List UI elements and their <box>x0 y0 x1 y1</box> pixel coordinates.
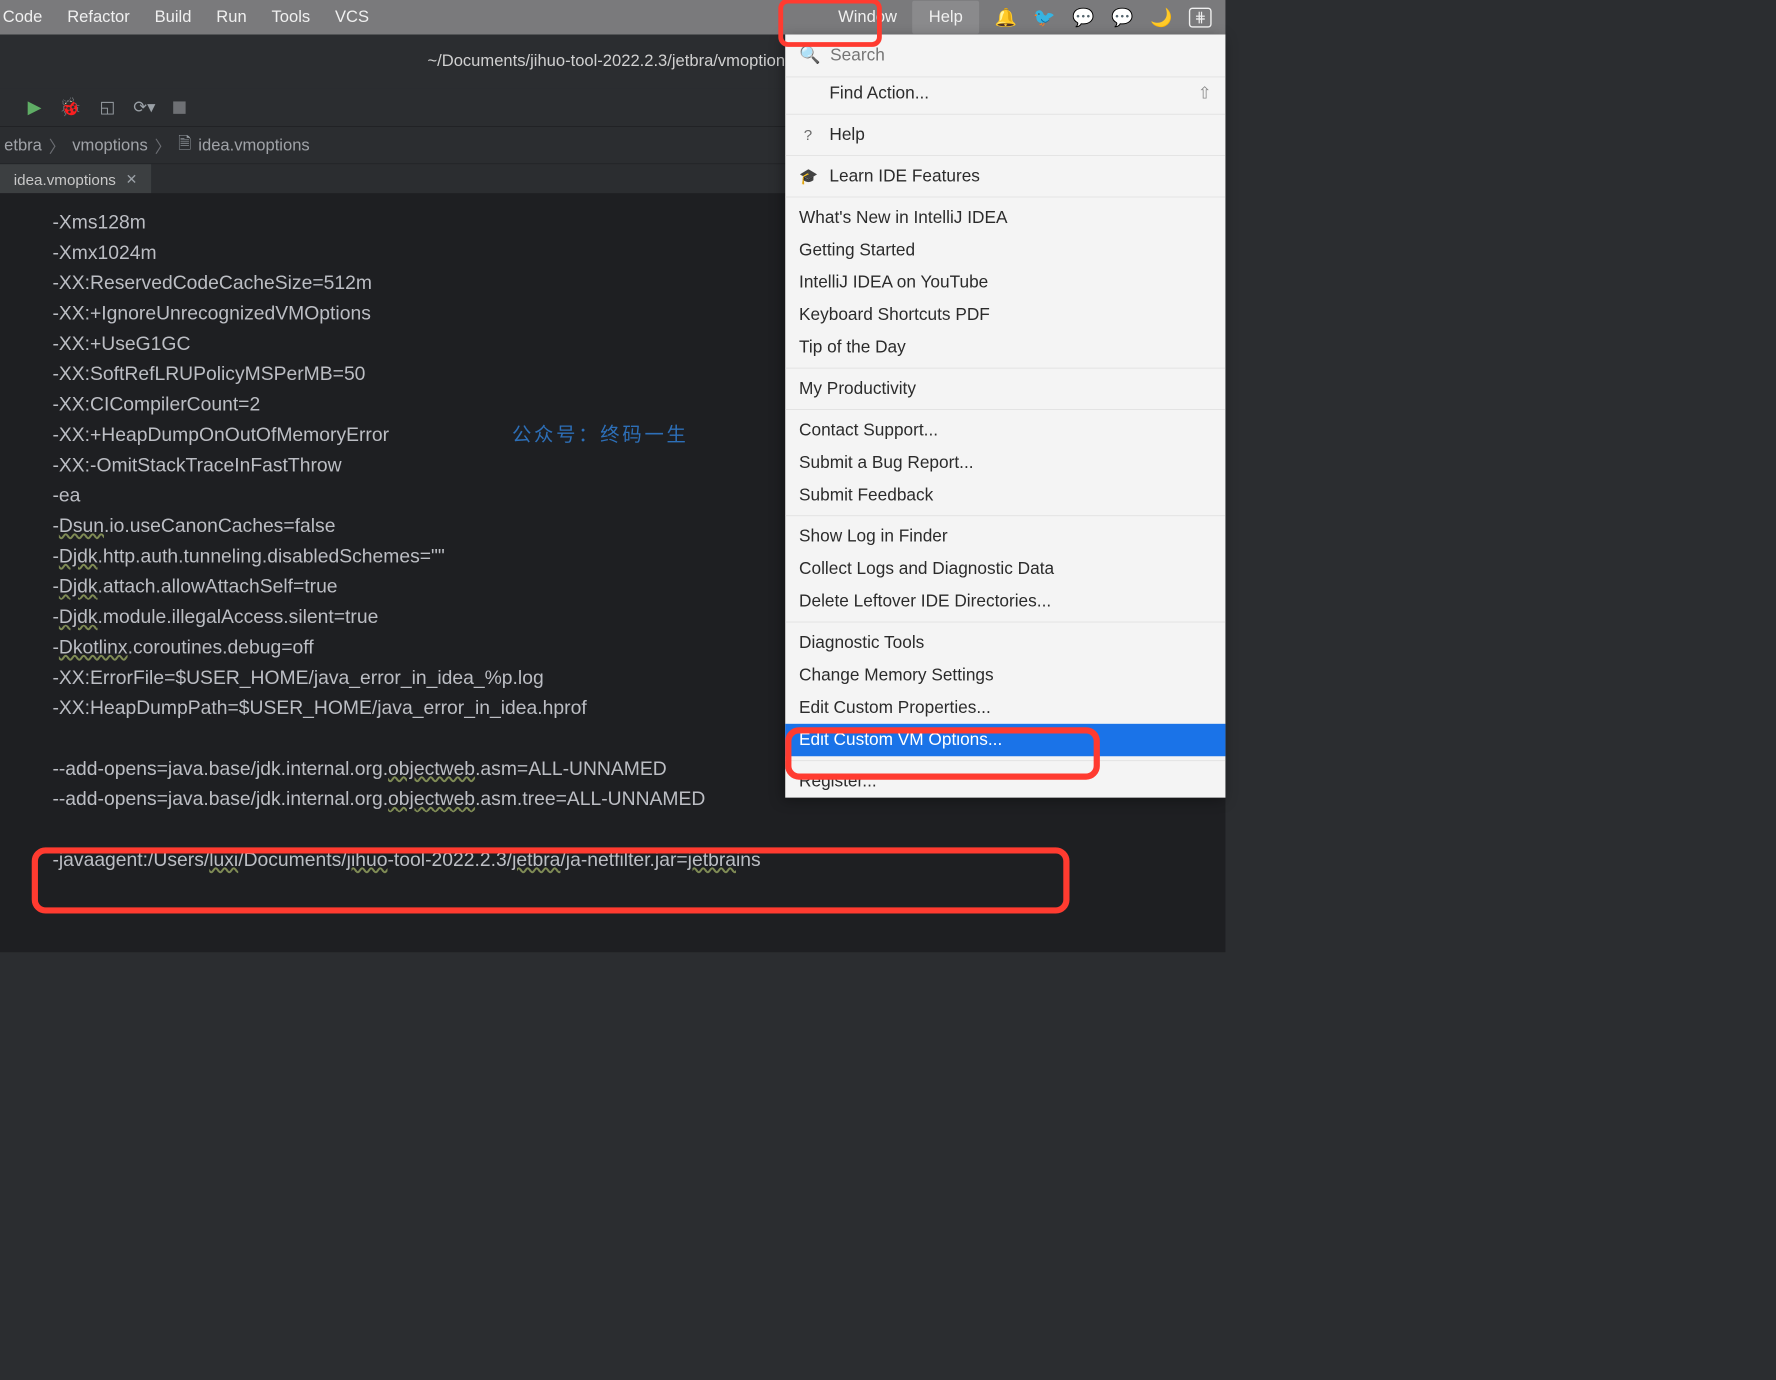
grid-icon[interactable]: ⋕ <box>1189 7 1212 27</box>
menu-divider <box>785 155 1225 156</box>
menu-item-label: Diagnostic Tools <box>799 633 924 653</box>
menu-item-label: Show Log in Finder <box>799 526 948 546</box>
help-search[interactable]: 🔍 <box>785 35 1225 78</box>
menu-divider <box>785 622 1225 623</box>
menu-item-label: Change Memory Settings <box>799 665 994 685</box>
system-tray: 🔔 🐦 💬 💬 🌙 ⋕ <box>995 7 1212 28</box>
help-menu-item[interactable]: ? Help <box>785 119 1225 151</box>
menu-item-icon: 🎓 <box>799 167 817 185</box>
help-menu-item[interactable]: Change Memory Settings <box>785 659 1225 691</box>
run-icon[interactable]: ▶ <box>28 97 42 118</box>
help-menu-item[interactable]: Collect Logs and Diagnostic Data <box>785 553 1225 585</box>
watermark: 公众号：终码一生 <box>512 420 689 450</box>
menu-item-label: Getting Started <box>799 240 915 260</box>
menu-item-label: Submit a Bug Report... <box>799 453 974 473</box>
moon-icon[interactable]: 🌙 <box>1150 7 1172 28</box>
menu-item-label: Tip of the Day <box>799 337 906 357</box>
menu-code[interactable]: Code <box>3 8 43 27</box>
help-menu-item[interactable]: Edit Custom Properties... <box>785 691 1225 723</box>
menu-item-label: Help <box>829 125 864 145</box>
menu-divider <box>785 409 1225 410</box>
help-menu-item[interactable]: Find Action... ⇧ <box>785 77 1225 109</box>
editor-line: -javaagent:/Users/luxi/Documents/jihuo-t… <box>52 845 1225 875</box>
crumb-etbra[interactable]: etbra <box>4 136 42 155</box>
title-path-text: ~/Documents/jihuo-tool-2022.2.3/jetbra/v… <box>427 52 798 71</box>
crumb-file[interactable]: idea.vmoptions <box>198 136 309 155</box>
menubar: Code Refactor Build Run Tools VCS Window… <box>0 0 1225 35</box>
crumb-vmoptions[interactable]: vmoptions <box>72 136 147 155</box>
close-icon[interactable]: ✕ <box>126 171 138 188</box>
menu-item-label: Edit Custom Properties... <box>799 698 991 718</box>
help-search-input[interactable] <box>830 46 1211 66</box>
menu-item-label: Delete Leftover IDE Directories... <box>799 591 1051 611</box>
menu-item-label: What's New in IntelliJ IDEA <box>799 208 1007 228</box>
menu-divider <box>785 114 1225 115</box>
menu-vcs[interactable]: VCS <box>335 8 369 27</box>
menubar-right: Window Help 🔔 🐦 💬 💬 🌙 ⋕ <box>838 1 1225 34</box>
menu-item-label: Register... <box>799 771 877 791</box>
menu-item-label: Learn IDE Features <box>829 166 980 186</box>
help-menu-item[interactable]: Register... <box>785 765 1225 797</box>
menu-tools[interactable]: Tools <box>272 8 311 27</box>
menu-divider <box>785 515 1225 516</box>
help-menu-item[interactable]: Tip of the Day <box>785 331 1225 363</box>
menu-item-icon: ? <box>799 126 817 144</box>
menu-window[interactable]: Window <box>838 8 897 27</box>
menu-item-label: Collect Logs and Diagnostic Data <box>799 559 1054 579</box>
help-menu-item[interactable]: Contact Support... <box>785 414 1225 446</box>
crumb-sep: 〉 <box>49 133 66 157</box>
menu-item-label: My Productivity <box>799 379 916 399</box>
help-menu-item[interactable]: Submit a Bug Report... <box>785 446 1225 478</box>
help-menu-item[interactable]: 🎓 Learn IDE Features <box>785 160 1225 192</box>
help-menu-item[interactable]: Delete Leftover IDE Directories... <box>785 585 1225 617</box>
menu-item-label: Keyboard Shortcuts PDF <box>799 305 990 325</box>
menu-item-label: Contact Support... <box>799 420 938 440</box>
stop-icon[interactable] <box>173 101 185 113</box>
wechat2-icon[interactable]: 💬 <box>1111 7 1133 28</box>
help-menu-item[interactable]: Edit Custom VM Options... <box>785 724 1225 756</box>
menubar-left: Code Refactor Build Run Tools VCS <box>0 8 369 27</box>
help-menu-item[interactable]: IntelliJ IDEA on YouTube <box>785 266 1225 298</box>
help-menu-item[interactable]: What's New in IntelliJ IDEA <box>785 201 1225 233</box>
help-menu-item[interactable]: Submit Feedback <box>785 479 1225 511</box>
help-menu-item[interactable]: Show Log in Finder <box>785 520 1225 552</box>
menu-item-label: IntelliJ IDEA on YouTube <box>799 273 988 293</box>
help-menu-item[interactable]: Getting Started <box>785 234 1225 266</box>
menu-item-label: Find Action... <box>829 83 929 103</box>
menu-divider <box>785 197 1225 198</box>
help-menu: 🔍 Find Action... ⇧? Help 🎓 Learn IDE Feature… <box>785 35 1225 798</box>
bird-icon[interactable]: 🐦 <box>1033 7 1055 28</box>
menu-build[interactable]: Build <box>155 8 192 27</box>
file-icon: 🗎 <box>178 131 191 159</box>
menu-divider <box>785 760 1225 761</box>
menu-divider <box>785 368 1225 369</box>
wechat-icon[interactable]: 💬 <box>1072 7 1094 28</box>
menu-run[interactable]: Run <box>216 8 246 27</box>
menu-item-label: Edit Custom VM Options... <box>799 730 1002 750</box>
debug-icon[interactable]: 🐞 <box>59 97 81 118</box>
menu-item-label: Submit Feedback <box>799 485 933 505</box>
help-menu-item[interactable]: My Productivity <box>785 373 1225 405</box>
menu-item-shortcut: ⇧ <box>1198 83 1212 103</box>
help-menu-item[interactable]: Keyboard Shortcuts PDF <box>785 299 1225 331</box>
bell-icon[interactable]: 🔔 <box>995 7 1017 28</box>
crumb-sep: 〉 <box>155 133 172 157</box>
search-icon: 🔍 <box>799 46 820 66</box>
profile-icon[interactable]: ⟳▾ <box>133 97 155 117</box>
tab-label: idea.vmoptions <box>14 171 116 189</box>
help-menu-item[interactable]: Diagnostic Tools <box>785 627 1225 659</box>
tab-idea-vmoptions[interactable]: idea.vmoptions ✕ <box>0 164 151 193</box>
coverage-icon[interactable]: ◱ <box>100 97 116 117</box>
menu-refactor[interactable]: Refactor <box>67 8 130 27</box>
menu-help[interactable]: Help <box>912 1 979 34</box>
